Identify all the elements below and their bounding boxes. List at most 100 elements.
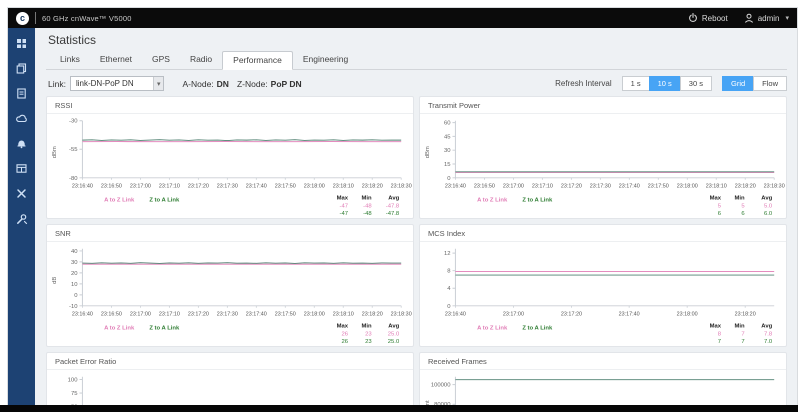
reboot-button[interactable]: Reboot	[688, 13, 728, 23]
svg-text:23:18:20: 23:18:20	[735, 312, 756, 318]
svg-text:6: 6	[718, 211, 722, 217]
svg-text:Avg: Avg	[761, 323, 772, 329]
table-icon[interactable]	[15, 162, 28, 175]
svg-text:Max: Max	[710, 323, 722, 329]
dashboard-icon[interactable]	[15, 37, 28, 50]
svg-text:23:17:00: 23:17:00	[130, 184, 151, 190]
chart-svg: 100755025%	[52, 376, 83, 405]
svg-text:23:17:30: 23:17:30	[590, 184, 611, 190]
svg-text:23:16:40: 23:16:40	[72, 184, 93, 190]
svg-text:23: 23	[365, 339, 372, 345]
tab-radio[interactable]: Radio	[180, 51, 222, 69]
svg-text:Max: Max	[337, 323, 349, 329]
username: admin	[757, 13, 780, 23]
flow-view-button[interactable]: Flow	[753, 76, 787, 91]
tools-icon[interactable]	[15, 187, 28, 200]
z-node-value: PoP DN	[270, 78, 302, 89]
svg-text:-48: -48	[363, 203, 372, 209]
interval-10s-button[interactable]: 10 s	[648, 76, 681, 91]
link-select[interactable]: link-DN-PoP DN ▾	[69, 76, 165, 91]
user-icon	[744, 13, 753, 23]
chart-svg: -30 -55 -80 dBm 23:16:40 23:16:50 23:17:00 23:1…	[52, 119, 412, 217]
svg-text:23:18:00: 23:18:00	[677, 184, 698, 190]
svg-text:0: 0	[447, 176, 451, 182]
svg-text:30: 30	[444, 148, 451, 154]
svg-text:100: 100	[68, 377, 79, 383]
interval-30s-button[interactable]: 30 s	[679, 76, 712, 91]
interval-1s-button[interactable]: 1 s	[621, 76, 650, 91]
mcs-index-chart: 12 8 4 0 23:16:40 23:17:00 23:17:20 23:17:40 23:…	[420, 242, 786, 346]
legend-a-to-z[interactable]: A to Z Link	[477, 197, 508, 203]
svg-text:23:18:10: 23:18:10	[706, 184, 727, 190]
svg-text:23:17:50: 23:17:50	[275, 312, 296, 318]
svg-text:-47: -47	[340, 203, 349, 209]
cloud-icon[interactable]	[15, 112, 28, 125]
app-window: c 60 GHz cnWave™ V5000 Reboot admin ▾ St…	[8, 8, 797, 405]
svg-text:10: 10	[71, 282, 78, 288]
maintenance-icon[interactable]	[15, 212, 28, 225]
legend-a-to-z[interactable]: A to Z Link	[104, 325, 135, 331]
svg-text:26: 26	[342, 331, 349, 337]
svg-text:23:17:20: 23:17:20	[188, 184, 209, 190]
svg-text:7: 7	[741, 331, 744, 337]
transmit-power-title: Transmit Power	[420, 97, 786, 114]
svg-text:15: 15	[444, 162, 451, 168]
legend-z-to-a[interactable]: Z to A Link	[522, 325, 553, 331]
svg-text:5.0: 5.0	[764, 203, 773, 209]
received-frames-chart: 1000008000060000Count	[420, 370, 786, 405]
chart-svg: 60 45 30 15 0 dBm 23:16:40 23:16:50 23:17:00 23:1…	[425, 121, 785, 218]
svg-text:100000: 100000	[431, 383, 451, 389]
grid-view-button[interactable]: Grid	[721, 76, 755, 91]
pages-icon[interactable]	[15, 62, 28, 75]
svg-text:5: 5	[718, 203, 722, 209]
controls-row: Link: link-DN-PoP DN ▾ A-Node: DN Z-Node…	[48, 76, 787, 91]
legend-z-to-a[interactable]: Z to A Link	[522, 197, 553, 203]
legend-z-to-a[interactable]: Z to A Link	[149, 197, 180, 203]
svg-text:6: 6	[741, 211, 745, 217]
svg-text:23:17:20: 23:17:20	[561, 312, 582, 318]
transmit-power-chart: 60 45 30 15 0 dBm 23:16:40 23:16:50 23:17:00 23:1…	[420, 114, 786, 218]
svg-text:23:18:20: 23:18:20	[362, 184, 383, 190]
gear-wrench-glyph	[16, 213, 27, 224]
legend-a-to-z[interactable]: A to Z Link	[477, 325, 508, 331]
tab-links[interactable]: Links	[50, 51, 90, 69]
packet-error-ratio-chart: 100755025%	[47, 370, 413, 405]
svg-text:Max: Max	[337, 195, 349, 201]
svg-text:23:18:30: 23:18:30	[764, 184, 785, 190]
table-glyph	[16, 164, 27, 173]
svg-text:4: 4	[447, 286, 451, 292]
pages-glyph	[16, 63, 27, 74]
svg-text:20: 20	[71, 271, 78, 277]
cloud-glyph	[15, 114, 27, 123]
svg-text:Min: Min	[362, 195, 373, 201]
report-icon[interactable]	[15, 87, 28, 100]
svg-text:23:17:00: 23:17:00	[130, 312, 151, 318]
legend-a-to-z[interactable]: A to Z Link	[104, 197, 135, 203]
svg-text:-55: -55	[69, 147, 78, 153]
svg-text:23:17:20: 23:17:20	[561, 184, 582, 190]
tab-engineering[interactable]: Engineering	[293, 51, 358, 69]
svg-text:-10: -10	[69, 304, 78, 310]
bottom-edge-bar	[0, 405, 798, 412]
sidebar	[8, 28, 35, 405]
user-menu[interactable]: admin ▾	[744, 13, 789, 23]
svg-text:23:17:30: 23:17:30	[217, 184, 238, 190]
alerts-icon[interactable]	[15, 137, 28, 150]
svg-text:75: 75	[71, 391, 78, 397]
svg-text:Avg: Avg	[761, 195, 772, 201]
tab-gps[interactable]: GPS	[142, 51, 180, 69]
snr-title: SNR	[47, 225, 413, 242]
tab-performance[interactable]: Performance	[222, 51, 293, 70]
svg-text:23:18:10: 23:18:10	[333, 184, 354, 190]
link-select-value: link-DN-PoP DN	[75, 79, 134, 88]
legend-z-to-a[interactable]: Z to A Link	[149, 325, 180, 331]
svg-text:40: 40	[71, 249, 78, 255]
reboot-label: Reboot	[701, 13, 728, 23]
bell-glyph	[17, 140, 26, 149]
device-title: 60 GHz cnWave™ V5000	[42, 13, 132, 23]
tab-bar: Links Ethernet GPS Radio Performance Eng…	[46, 51, 787, 70]
svg-text:Min: Min	[735, 323, 746, 329]
svg-text:23:16:50: 23:16:50	[101, 312, 122, 318]
tab-ethernet[interactable]: Ethernet	[90, 51, 142, 69]
svg-text:23:17:10: 23:17:10	[532, 184, 553, 190]
